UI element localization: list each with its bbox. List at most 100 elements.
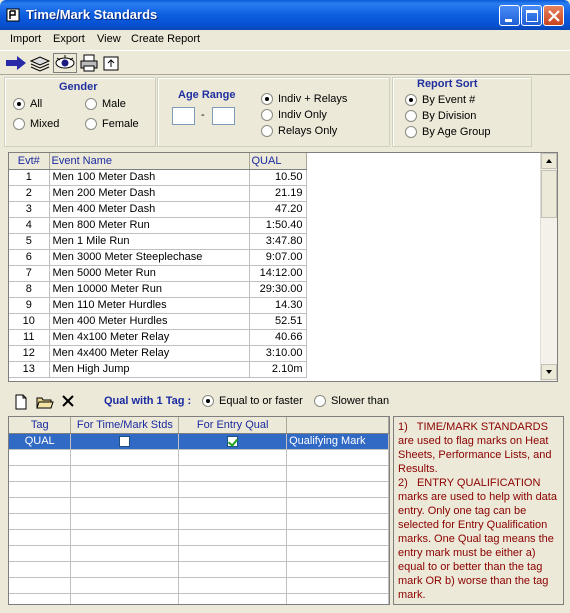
scroll-up-button[interactable] (541, 153, 557, 169)
evt-num-cell[interactable]: 5 (9, 233, 50, 250)
scroll-thumb[interactable] (541, 170, 557, 218)
menu-import[interactable]: Import (10, 33, 41, 45)
event-name-cell[interactable]: Men 400 Meter Hurdles (49, 313, 250, 330)
evt-num-cell[interactable]: 12 (9, 345, 50, 362)
table-row[interactable]: 4 Men 800 Meter Run 1:50.40 (9, 217, 307, 234)
indiv-relays-radio[interactable]: Indiv + Relays (261, 93, 347, 105)
table-row[interactable]: 5 Men 1 Mile Run 3:47.80 (9, 233, 307, 250)
qual-cell[interactable]: 10.50 (249, 169, 307, 186)
empty-row[interactable] (9, 593, 389, 604)
delete-icon[interactable] (61, 394, 75, 408)
arrow-right-icon[interactable] (4, 53, 28, 73)
table-row[interactable]: 7 Men 5000 Meter Run 14:12.00 (9, 265, 307, 282)
events-scrollbar[interactable] (540, 153, 557, 381)
time-mark-cell[interactable] (70, 433, 180, 450)
table-row[interactable]: 6 Men 3000 Meter Steeplechase 9:07.00 (9, 249, 307, 266)
menu-export[interactable]: Export (53, 33, 85, 45)
export-icon[interactable] (102, 53, 120, 73)
table-row[interactable]: 3 Men 400 Meter Dash 47.20 (9, 201, 307, 218)
evt-num-cell[interactable]: 2 (9, 185, 50, 202)
qual-cell[interactable]: 40.66 (249, 329, 307, 346)
evt-num-cell[interactable]: 1 (9, 169, 50, 186)
close-button[interactable] (543, 5, 564, 26)
scroll-down-button[interactable] (541, 364, 557, 380)
empty-row[interactable] (9, 513, 389, 530)
event-name-cell[interactable]: Men 10000 Meter Run (49, 281, 250, 298)
event-name-cell[interactable]: Men 400 Meter Dash (49, 201, 250, 218)
gender-all-radio[interactable]: All (13, 98, 42, 110)
qual-cell[interactable]: 21.19 (249, 185, 307, 202)
table-row[interactable]: 11 Men 4x100 Meter Relay 40.66 (9, 329, 307, 346)
qual-cell[interactable]: 3:47.80 (249, 233, 307, 250)
gender-male-radio[interactable]: Male (85, 98, 126, 110)
equal-or-faster-radio[interactable]: Equal to or faster (202, 395, 303, 407)
new-file-icon[interactable] (14, 394, 28, 410)
qual-cell[interactable]: 29:30.00 (249, 281, 307, 298)
qual-cell[interactable]: 52.51 (249, 313, 307, 330)
qual-cell[interactable]: 1:50.40 (249, 217, 307, 234)
entry-qual-checkbox[interactable] (227, 435, 239, 447)
open-folder-icon[interactable] (36, 394, 54, 410)
tag-cell[interactable]: QUAL (9, 433, 72, 450)
description-cell[interactable]: Qualifying Mark (286, 433, 389, 450)
gender-female-radio[interactable]: Female (85, 118, 139, 130)
layers-icon[interactable] (29, 53, 51, 73)
event-name-cell[interactable]: Men High Jump (49, 361, 250, 378)
qual-cell[interactable]: 14:12.00 (249, 265, 307, 282)
time-mark-checkbox[interactable] (119, 435, 131, 447)
event-name-cell[interactable]: Men 4x400 Meter Relay (49, 345, 250, 362)
sort-by-division-radio[interactable]: By Division (405, 110, 476, 122)
event-name-cell[interactable]: Men 5000 Meter Run (49, 265, 250, 282)
empty-row[interactable] (9, 561, 389, 578)
event-name-cell[interactable]: Men 3000 Meter Steeplechase (49, 249, 250, 266)
qual-cell[interactable]: 3:10.00 (249, 345, 307, 362)
evt-num-cell[interactable]: 9 (9, 297, 50, 314)
table-row[interactable]: 12 Men 4x400 Meter Relay 3:10.00 (9, 345, 307, 362)
gender-mixed-radio[interactable]: Mixed (13, 118, 59, 130)
qual-cell[interactable]: 9:07.00 (249, 249, 307, 266)
empty-row[interactable] (9, 529, 389, 546)
evt-num-cell[interactable]: 6 (9, 249, 50, 266)
empty-row[interactable] (9, 449, 389, 466)
table-row[interactable]: 1 Men 100 Meter Dash 10.50 (9, 169, 307, 186)
entry-qual-cell[interactable] (178, 433, 288, 450)
empty-row[interactable] (9, 545, 389, 562)
empty-row[interactable] (9, 497, 389, 514)
sort-by-age-group-radio[interactable]: By Age Group (405, 126, 491, 138)
evt-num-cell[interactable]: 8 (9, 281, 50, 298)
empty-row[interactable] (9, 481, 389, 498)
col-event-name[interactable]: Event Name (49, 153, 250, 170)
table-row[interactable]: QUAL Qualifying Mark (9, 433, 389, 450)
age-from-input[interactable] (172, 107, 195, 125)
event-name-cell[interactable]: Men 4x100 Meter Relay (49, 329, 250, 346)
table-row[interactable]: 13 Men High Jump 2.10m (9, 361, 307, 378)
table-row[interactable]: 10 Men 400 Meter Hurdles 52.51 (9, 313, 307, 330)
empty-row[interactable] (9, 577, 389, 594)
qual-cell[interactable]: 47.20 (249, 201, 307, 218)
printer-icon[interactable] (79, 53, 99, 73)
evt-num-cell[interactable]: 13 (9, 361, 50, 378)
event-name-cell[interactable]: Men 800 Meter Run (49, 217, 250, 234)
eye-icon[interactable] (53, 53, 77, 73)
col-entry-qual[interactable]: For Entry Qual (178, 417, 288, 434)
age-to-input[interactable] (212, 107, 235, 125)
event-name-cell[interactable]: Men 100 Meter Dash (49, 169, 250, 186)
minimize-button[interactable] (499, 5, 520, 26)
qual-cell[interactable]: 2.10m (249, 361, 307, 378)
col-qual[interactable]: QUAL (249, 153, 307, 170)
menu-view[interactable]: View (97, 33, 121, 45)
relays-only-radio[interactable]: Relays Only (261, 125, 337, 137)
event-name-cell[interactable]: Men 110 Meter Hurdles (49, 297, 250, 314)
indiv-only-radio[interactable]: Indiv Only (261, 109, 327, 121)
table-row[interactable]: 8 Men 10000 Meter Run 29:30.00 (9, 281, 307, 298)
qual-cell[interactable]: 14.30 (249, 297, 307, 314)
table-row[interactable]: 2 Men 200 Meter Dash 21.19 (9, 185, 307, 202)
col-description[interactable] (286, 417, 389, 434)
menu-create-report[interactable]: Create Report (131, 33, 200, 45)
slower-than-radio[interactable]: Slower than (314, 395, 389, 407)
table-row[interactable]: 9 Men 110 Meter Hurdles 14.30 (9, 297, 307, 314)
evt-num-cell[interactable]: 4 (9, 217, 50, 234)
event-name-cell[interactable]: Men 200 Meter Dash (49, 185, 250, 202)
event-name-cell[interactable]: Men 1 Mile Run (49, 233, 250, 250)
empty-row[interactable] (9, 465, 389, 482)
